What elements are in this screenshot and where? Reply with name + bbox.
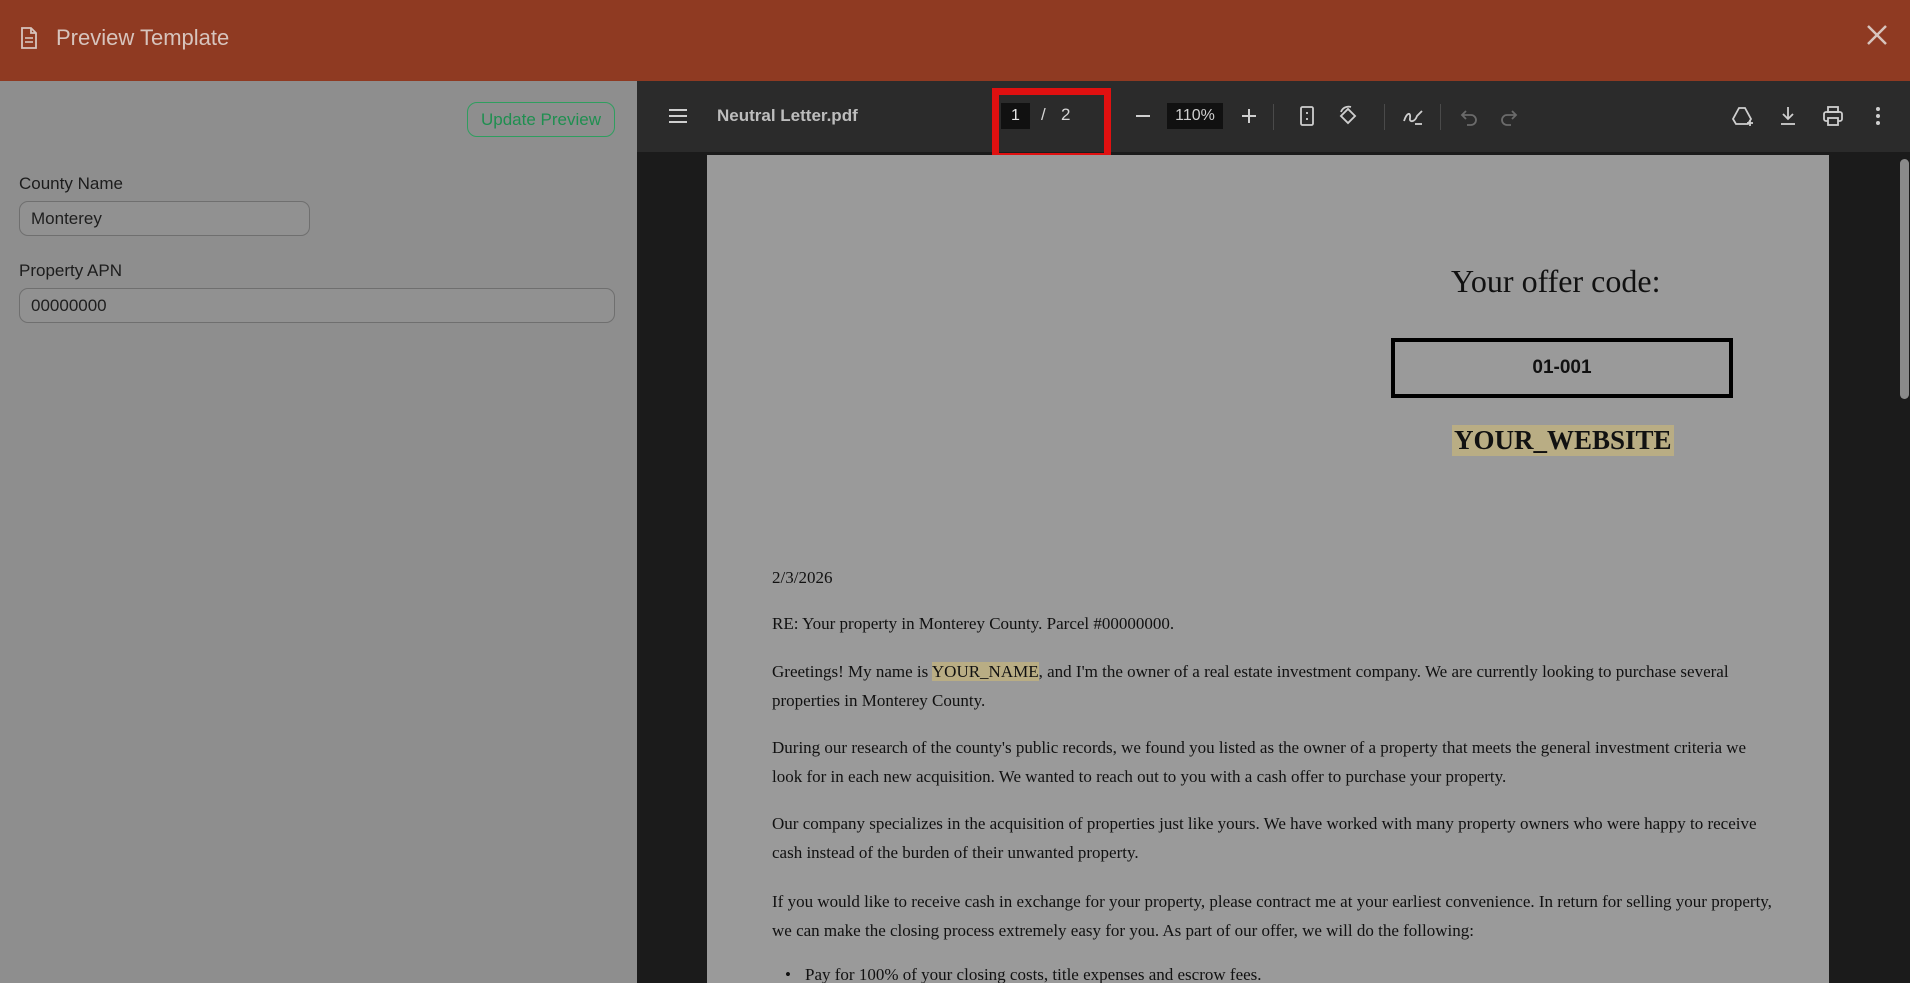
offer-title: Your offer code: (1451, 263, 1661, 299)
more-icon[interactable] (1866, 104, 1890, 128)
greeting-text: Greetings! My name is (772, 662, 932, 681)
update-preview-button[interactable]: Update Preview (467, 102, 615, 137)
undo-icon[interactable] (1457, 104, 1481, 128)
toolbar-divider (1273, 104, 1274, 130)
add-drive-icon[interactable] (1731, 104, 1755, 128)
print-icon[interactable] (1821, 104, 1845, 128)
zoom-level[interactable]: 110% (1167, 103, 1223, 129)
page-total: 2 (1061, 105, 1071, 124)
toolbar-divider (1440, 104, 1441, 130)
website-placeholder: YOUR_WEBSITE (1452, 425, 1674, 456)
county-name-input[interactable] (19, 201, 310, 236)
template-form-panel: Update Preview County Name Property APN (0, 81, 637, 983)
property-apn-label: Property APN (19, 261, 122, 280)
redo-icon[interactable] (1497, 104, 1521, 128)
fit-page-icon[interactable] (1295, 104, 1319, 128)
offer-code-box: 01-001 (1391, 338, 1733, 398)
greeting-paragraph: Greetings! My name is YOUR_NAME, and I'm… (772, 657, 1772, 715)
page-number-input[interactable]: 1 (1001, 103, 1030, 129)
pdf-page: Your offer code: 01-001 YOUR_WEBSITE 2/3… (707, 155, 1829, 983)
rotate-icon[interactable] (1336, 104, 1360, 128)
scrollbar-thumb[interactable] (1900, 159, 1909, 399)
research-paragraph: During our research of the county's publ… (772, 738, 1747, 786)
company-paragraph: Our company specializes in the acquisiti… (772, 814, 1757, 862)
name-placeholder: YOUR_NAME (931, 662, 1039, 681)
zoom-out-icon[interactable] (1131, 104, 1155, 128)
annotate-icon[interactable] (1401, 104, 1425, 128)
re-line: RE: Your property in Monterey County. Pa… (772, 614, 1175, 633)
toolbar-divider (1384, 104, 1385, 130)
pdf-viewer: Neutral Letter.pdf 1 / 2 110% Your offer… (637, 81, 1910, 983)
menu-icon[interactable] (666, 104, 690, 128)
dialog-header: Preview Template (0, 0, 1910, 81)
property-apn-input[interactable] (19, 288, 615, 323)
county-name-label: County Name (19, 174, 123, 193)
download-icon[interactable] (1776, 104, 1800, 128)
page-separator: / (1041, 105, 1046, 124)
file-name: Neutral Letter.pdf (717, 106, 858, 125)
letter-date: 2/3/2026 (772, 568, 833, 587)
document-icon (21, 27, 37, 49)
close-icon[interactable] (1862, 20, 1892, 50)
offer-paragraph: If you would like to receive cash in exc… (772, 892, 1772, 940)
zoom-in-icon[interactable] (1237, 104, 1261, 128)
pdf-toolbar: Neutral Letter.pdf 1 / 2 110% (637, 81, 1910, 160)
dialog-title: Preview Template (56, 25, 230, 50)
list-item: Pay for 100% of your closing costs, titl… (785, 965, 1262, 983)
